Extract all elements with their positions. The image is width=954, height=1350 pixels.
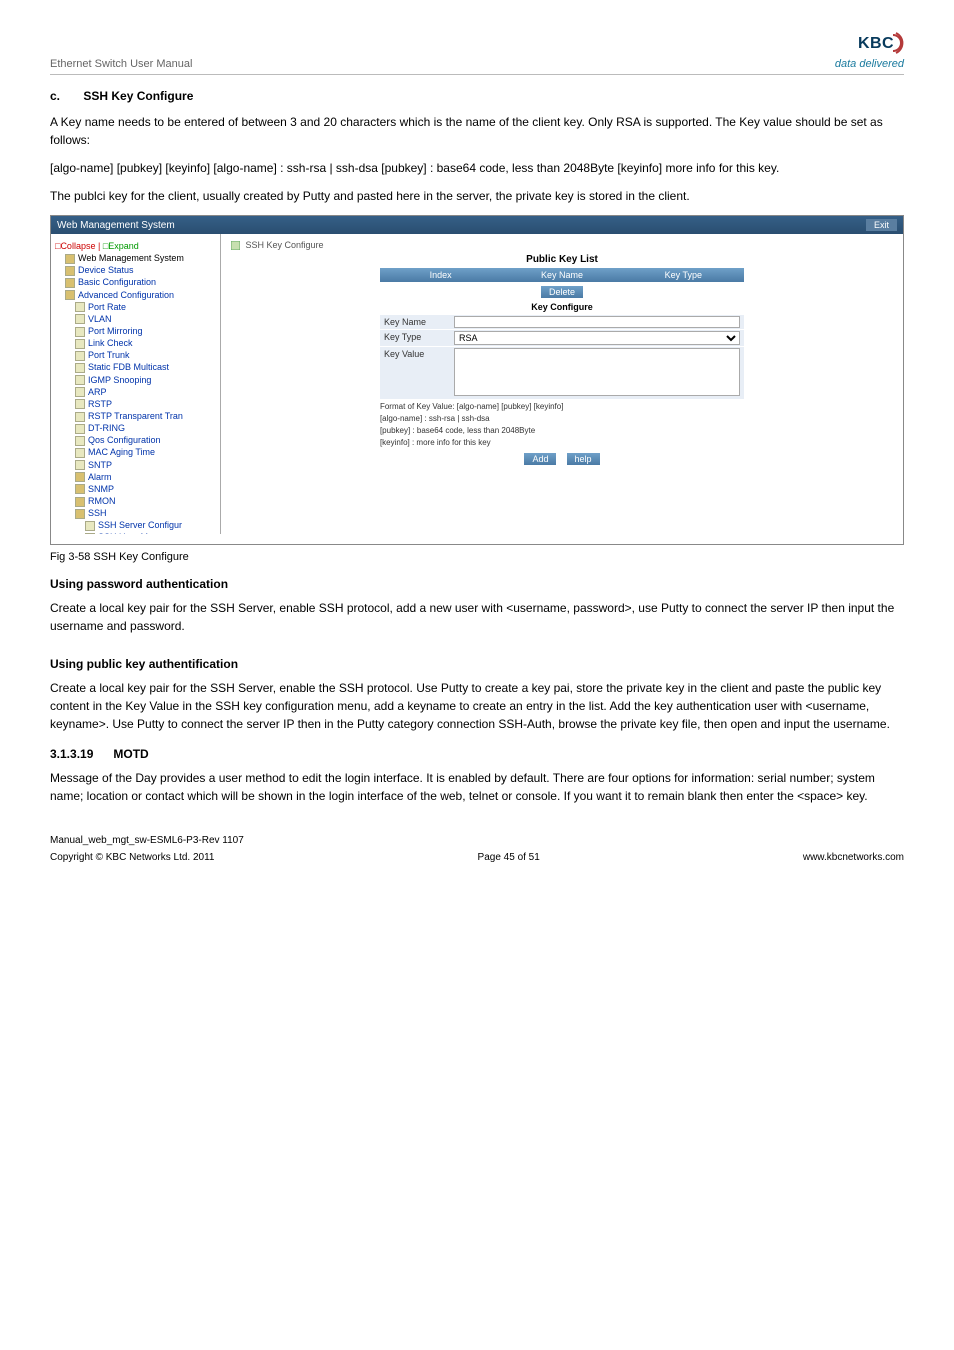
collapse-expand-toggle[interactable]: □Collapse | □Expand bbox=[55, 241, 139, 251]
logo-tagline: data delivered bbox=[835, 58, 904, 70]
col-index: Index bbox=[380, 268, 501, 282]
tree-port-rate[interactable]: Port Rate bbox=[75, 301, 216, 313]
motd-heading: 3.1.3.19 MOTD bbox=[50, 747, 904, 761]
tree-link-check[interactable]: Link Check bbox=[75, 337, 216, 349]
window-title: Web Management System bbox=[57, 220, 175, 231]
add-button[interactable]: Add bbox=[524, 453, 556, 465]
tree-static-fdb[interactable]: Static FDB Multicast bbox=[75, 361, 216, 373]
tree-ssh[interactable]: SSH bbox=[75, 507, 216, 519]
section-c-p1: A Key name needs to be entered of betwee… bbox=[50, 113, 904, 149]
motd-heading-num: 3.1.3.19 bbox=[50, 747, 93, 761]
hint-line-4: [keyinfo] : more info for this key bbox=[380, 438, 744, 447]
motd-heading-text: MOTD bbox=[113, 747, 148, 761]
hint-line-2: [algo-name] : ssh-rsa | ssh-dsa bbox=[380, 414, 744, 423]
public-key-list-title: Public Key List bbox=[231, 254, 893, 265]
footer-doc-id: Manual_web_mgt_sw-ESML6-P3-Rev 1107 bbox=[50, 835, 904, 846]
tree-basic-config[interactable]: Basic Configuration bbox=[65, 276, 216, 288]
page-icon bbox=[231, 241, 240, 250]
tree-rstp[interactable]: RSTP bbox=[75, 398, 216, 410]
section-c-heading: c. SSH Key Configure bbox=[50, 89, 904, 103]
key-type-select[interactable]: RSA bbox=[454, 331, 740, 345]
window-titlebar: Web Management System Exit bbox=[51, 216, 903, 234]
figure-caption: Fig 3-58 SSH Key Configure bbox=[50, 551, 904, 563]
tree-ssh-server-config[interactable]: SSH Server Configur bbox=[85, 519, 216, 531]
svg-text:B: B bbox=[870, 35, 882, 52]
nav-tree: □Collapse | □Expand Web Management Syste… bbox=[51, 234, 221, 534]
footer-copyright: Copyright © KBC Networks Ltd. 2011 bbox=[50, 852, 214, 863]
logo-block: K B C data delivered bbox=[835, 30, 904, 70]
main-panel: SSH Key Configure Public Key List Index … bbox=[221, 234, 903, 534]
ssh-key-configure-screenshot: Web Management System Exit □Collapse | □… bbox=[50, 215, 904, 545]
key-configure-title: Key Configure bbox=[231, 302, 893, 312]
motd-p1: Message of the Day provides a user metho… bbox=[50, 769, 904, 805]
tree-port-mirroring[interactable]: Port Mirroring bbox=[75, 325, 216, 337]
key-name-input[interactable] bbox=[454, 316, 740, 328]
password-auth-heading: Using password authentication bbox=[50, 577, 904, 591]
tree-vlan[interactable]: VLAN bbox=[75, 313, 216, 325]
heading-text: SSH Key Configure bbox=[83, 89, 193, 103]
tree-mac-aging[interactable]: MAC Aging Time bbox=[75, 446, 216, 458]
svg-text:K: K bbox=[858, 35, 870, 52]
footer-url: www.kbcnetworks.com bbox=[803, 852, 904, 863]
section-c-p3: The publci key for the client, usually c… bbox=[50, 187, 904, 205]
manual-title: Ethernet Switch User Manual bbox=[50, 58, 192, 70]
tree-alarm[interactable]: Alarm bbox=[75, 471, 216, 483]
col-key-name: Key Name bbox=[501, 268, 622, 282]
key-configure-form: Key Name Key Type RSA Key Value bbox=[380, 315, 744, 399]
tree-arp[interactable]: ARP bbox=[75, 386, 216, 398]
key-value-textarea[interactable] bbox=[454, 348, 740, 396]
tree-root[interactable]: Web Management System bbox=[65, 252, 216, 264]
tree-dt-ring[interactable]: DT-RING bbox=[75, 422, 216, 434]
tree-igmp-snooping[interactable]: IGMP Snooping bbox=[75, 374, 216, 386]
page-footer: Manual_web_mgt_sw-ESML6-P3-Rev 1107 Copy… bbox=[50, 835, 904, 863]
tree-sntp[interactable]: SNTP bbox=[75, 459, 216, 471]
tree-ssh-user-manager[interactable]: SSH User Manager bbox=[85, 531, 216, 534]
publickey-auth-heading: Using public key authentification bbox=[50, 657, 904, 671]
footer-page: Page 45 of 51 bbox=[478, 852, 540, 863]
key-type-label: Key Type bbox=[380, 330, 450, 346]
tree-rstp-transparent[interactable]: RSTP Transparent Tran bbox=[75, 410, 216, 422]
heading-prefix: c. bbox=[50, 89, 60, 103]
page-header: Ethernet Switch User Manual K B C data d… bbox=[50, 30, 904, 75]
key-value-label: Key Value bbox=[380, 347, 450, 399]
tree-snmp[interactable]: SNMP bbox=[75, 483, 216, 495]
kbc-logo-icon: K B C bbox=[858, 30, 904, 56]
hint-line-1: Format of Key Value: [algo-name] [pubkey… bbox=[380, 402, 744, 411]
svg-text:C: C bbox=[882, 35, 894, 52]
password-auth-p1: Create a local key pair for the SSH Serv… bbox=[50, 599, 904, 635]
tree-device-status[interactable]: Device Status bbox=[65, 264, 216, 276]
tree-advanced-config[interactable]: Advanced Configuration bbox=[65, 289, 216, 301]
help-button[interactable]: help bbox=[567, 453, 600, 465]
breadcrumb: SSH Key Configure bbox=[231, 240, 893, 250]
publickey-auth-p1: Create a local key pair for the SSH Serv… bbox=[50, 679, 904, 733]
tree-qos-config[interactable]: Qos Configuration bbox=[75, 434, 216, 446]
exit-button[interactable]: Exit bbox=[866, 219, 897, 231]
delete-button[interactable]: Delete bbox=[541, 286, 583, 298]
key-name-label: Key Name bbox=[380, 315, 450, 329]
tree-rmon[interactable]: RMON bbox=[75, 495, 216, 507]
section-c-p2: [algo-name] [pubkey] [keyinfo] [algo-nam… bbox=[50, 159, 904, 177]
public-key-table-header: Index Key Name Key Type bbox=[380, 268, 744, 282]
tree-port-trunk[interactable]: Port Trunk bbox=[75, 349, 216, 361]
hint-line-3: [pubkey] : base64 code, less than 2048By… bbox=[380, 426, 744, 435]
col-key-type: Key Type bbox=[623, 268, 744, 282]
